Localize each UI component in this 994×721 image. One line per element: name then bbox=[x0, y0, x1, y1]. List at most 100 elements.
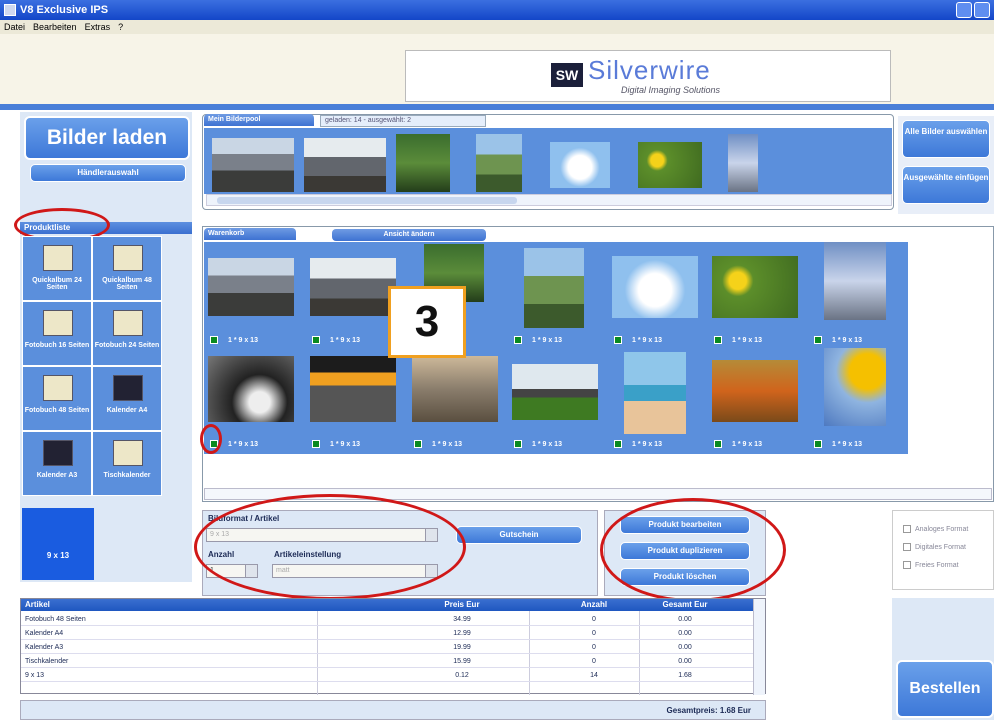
cart-item[interactable]: 1 * 9 x 13 bbox=[610, 248, 706, 352]
tab-image-pool[interactable]: Mein Bilderpool bbox=[204, 114, 314, 126]
table-row[interactable]: Kalender A3 19.99 0 0.00 bbox=[21, 641, 753, 654]
status-square-icon bbox=[814, 440, 822, 448]
product-list: Quickalbum 24 Seiten Quickalbum 48 Seite… bbox=[22, 236, 162, 498]
minimize-icon[interactable] bbox=[956, 2, 972, 18]
product-kalender-a4[interactable]: Kalender A4 bbox=[92, 366, 162, 431]
table-scrollbar[interactable] bbox=[753, 599, 765, 695]
menu-datei[interactable]: Datei bbox=[4, 20, 25, 34]
cart-item[interactable]: 1 * 9 x 13 bbox=[810, 242, 906, 352]
col-total: Gesamt Eur bbox=[662, 600, 708, 609]
app-icon bbox=[4, 4, 16, 16]
scrollbar-thumb[interactable] bbox=[217, 197, 517, 204]
album-icon bbox=[43, 245, 73, 271]
col-price: Preis Eur bbox=[444, 600, 480, 609]
order-button[interactable]: Bestellen bbox=[896, 660, 994, 718]
cart-item[interactable]: 1 * 9 x 13 bbox=[206, 248, 302, 352]
logo-tagline: Digital Imaging Solutions bbox=[621, 85, 721, 95]
status-square-icon bbox=[414, 440, 422, 448]
tab-cart[interactable]: Warenkorb bbox=[204, 228, 296, 240]
logo-mark: SW bbox=[551, 63, 583, 87]
menu-help[interactable]: ? bbox=[118, 20, 123, 34]
cart-item-photo bbox=[208, 258, 294, 316]
pool-thumbnail[interactable] bbox=[638, 142, 702, 188]
calendar-icon bbox=[43, 440, 73, 466]
product-tischkalender[interactable]: Tischkalender bbox=[92, 431, 162, 496]
menu-extras[interactable]: Extras bbox=[85, 20, 111, 34]
analog-format-option[interactable]: Analoges Format bbox=[903, 525, 968, 533]
status-square-icon bbox=[614, 440, 622, 448]
product-kalender-a3[interactable]: Kalender A3 bbox=[22, 431, 92, 496]
cart-item[interactable]: 1 * 9 x 13 bbox=[610, 352, 706, 456]
product-9x13-selected[interactable]: 9 x 13 bbox=[22, 508, 94, 580]
pool-thumbnail[interactable] bbox=[728, 134, 758, 192]
photobook-icon bbox=[43, 310, 73, 336]
cart-item[interactable]: 1 * 9 x 13 bbox=[410, 352, 506, 456]
step-number-badge: 3 bbox=[388, 286, 466, 358]
digital-format-option[interactable]: Digitales Format bbox=[903, 543, 966, 551]
table-header: Artikel Preis Eur Anzahl Gesamt Eur bbox=[21, 599, 753, 611]
logo-brand: Silverwire bbox=[588, 55, 711, 85]
cart-item-photo bbox=[824, 348, 886, 426]
insert-selected-button[interactable]: Ausgewählte einfügen bbox=[902, 166, 990, 204]
cart-item[interactable]: 1 * 9 x 13 bbox=[710, 352, 806, 456]
pool-thumbnail[interactable] bbox=[476, 134, 522, 192]
checkbox-icon[interactable] bbox=[903, 561, 911, 569]
cart-item[interactable]: 1 * 9 x 13 bbox=[810, 348, 906, 456]
cart-item-photo bbox=[208, 356, 294, 422]
pool-thumbnail-strip bbox=[204, 128, 892, 194]
order-table: Artikel Preis Eur Anzahl Gesamt Eur Foto… bbox=[20, 598, 766, 695]
pool-scrollbar[interactable] bbox=[206, 194, 892, 206]
checkbox-icon[interactable] bbox=[903, 543, 911, 551]
header-divider bbox=[0, 104, 994, 110]
album-icon bbox=[113, 245, 143, 271]
pool-thumbnail[interactable] bbox=[550, 142, 610, 188]
cart-item-photo bbox=[712, 360, 798, 422]
voucher-button[interactable]: Gutschein bbox=[456, 526, 582, 544]
cart-item-photo bbox=[612, 256, 698, 318]
product-fotobuch-24[interactable]: Fotobuch 24 Seiten bbox=[92, 301, 162, 366]
cart-grid: 1 * 9 x 13 1 * 9 x 13 1 * 9 x 13 1 * 9 x… bbox=[204, 242, 908, 454]
highlight-ring-format bbox=[194, 494, 466, 600]
cart-item[interactable]: 1 * 9 x 13 bbox=[510, 248, 606, 352]
col-article: Artikel bbox=[25, 600, 50, 609]
window-title: V8 Exclusive IPS bbox=[20, 4, 109, 16]
format-options-panel: Analoges Format Digitales Format Freies … bbox=[892, 510, 994, 590]
menu-bearbeiten[interactable]: Bearbeiten bbox=[33, 20, 77, 34]
total-price: Gesamtpreis: 1.68 Eur bbox=[20, 700, 766, 720]
maximize-icon[interactable] bbox=[974, 2, 990, 18]
status-square-icon bbox=[714, 440, 722, 448]
cart-item[interactable]: 1 * 9 x 13 bbox=[308, 352, 404, 456]
product-quickalbum-24[interactable]: Quickalbum 24 Seiten bbox=[22, 236, 92, 301]
status-square-icon bbox=[210, 336, 218, 344]
status-square-icon bbox=[514, 336, 522, 344]
cart-item-photo bbox=[824, 242, 886, 320]
logo: SW Silverwire Digital Imaging Solutions bbox=[405, 50, 891, 102]
status-square-icon bbox=[514, 440, 522, 448]
highlight-ring-product-actions bbox=[600, 498, 786, 602]
pool-thumbnail[interactable] bbox=[396, 134, 450, 192]
product-fotobuch-16[interactable]: Fotobuch 16 Seiten bbox=[22, 301, 92, 366]
table-row[interactable]: 9 x 13 0.12 14 1.68 bbox=[21, 669, 753, 682]
product-quickalbum-48[interactable]: Quickalbum 48 Seiten bbox=[92, 236, 162, 301]
free-format-option[interactable]: Freies Format bbox=[903, 561, 959, 569]
cart-item-photo bbox=[310, 258, 396, 316]
status-square-icon bbox=[814, 336, 822, 344]
product-fotobuch-48[interactable]: Fotobuch 48 Seiten bbox=[22, 366, 92, 431]
cart-item-photo bbox=[512, 364, 598, 420]
select-all-images-button[interactable]: Alle Bilder auswählen bbox=[902, 120, 990, 158]
checkbox-icon[interactable] bbox=[903, 525, 911, 533]
cart-item[interactable]: 1 * 9 x 13 bbox=[710, 248, 806, 352]
dealer-select-button[interactable]: Händlerauswahl bbox=[30, 164, 186, 182]
pool-thumbnail[interactable] bbox=[304, 138, 386, 192]
status-square-icon bbox=[614, 336, 622, 344]
table-row[interactable]: Tischkalender 15.99 0 0.00 bbox=[21, 655, 753, 668]
status-square-icon bbox=[312, 336, 320, 344]
table-row[interactable]: Kalender A4 12.99 0 0.00 bbox=[21, 627, 753, 640]
cart-item[interactable]: 1 * 9 x 13 bbox=[510, 352, 606, 456]
cart-item-photo bbox=[712, 256, 798, 318]
pool-thumbnail[interactable] bbox=[212, 138, 294, 192]
change-view-button[interactable]: Ansicht ändern bbox=[332, 229, 486, 241]
table-row[interactable]: Fotobuch 48 Seiten 34.99 0 0.00 bbox=[21, 613, 753, 626]
col-quantity: Anzahl bbox=[580, 600, 608, 609]
load-images-button[interactable]: Bilder laden bbox=[24, 116, 190, 160]
